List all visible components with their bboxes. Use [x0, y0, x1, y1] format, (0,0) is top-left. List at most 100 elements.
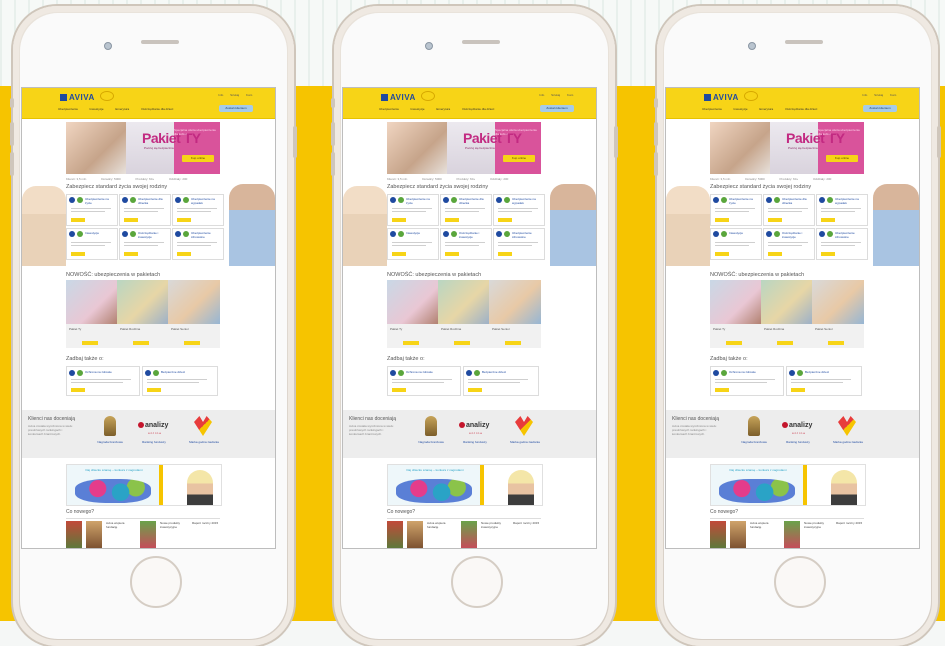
mini-card-button[interactable]	[392, 388, 406, 392]
header-tool-contact[interactable]: Kont.	[567, 93, 574, 97]
nav-item[interactable]: Emerytura	[115, 107, 129, 111]
nav-item[interactable]: Inwestycje	[734, 107, 748, 111]
nav-item[interactable]: Ubezpieczenia	[58, 107, 78, 111]
award-caption[interactable]: Marka godna zaufania	[510, 440, 540, 444]
news-item[interactable]: Raport roczny 2015	[192, 521, 222, 525]
product-card-button[interactable]	[821, 252, 835, 256]
product-card-button[interactable]	[768, 252, 782, 256]
product-card-button[interactable]	[177, 218, 191, 222]
become-client-button[interactable]: Zostań klientem	[219, 105, 253, 112]
mini-card[interactable]: Bezpieczne dzieci	[786, 366, 862, 396]
product-card-button[interactable]	[715, 218, 729, 222]
header-tool-contact[interactable]: Kont.	[246, 93, 253, 97]
product-card[interactable]: Inwestycje	[66, 228, 118, 260]
nav-item[interactable]: Ubezpieczenia	[702, 107, 722, 111]
news-item[interactable]: Nowe produkty inwestycyjne	[160, 521, 190, 529]
product-card-button[interactable]	[498, 218, 512, 222]
award-caption[interactable]: Marka godna zaufania	[189, 440, 219, 444]
nav-item[interactable]: Emerytura	[436, 107, 450, 111]
gallery-button[interactable]	[82, 341, 98, 345]
news-item[interactable]: Aviva wspiera fundację	[427, 521, 457, 529]
news-thumb[interactable]	[710, 521, 726, 548]
gallery-photo[interactable]	[117, 280, 169, 324]
mini-card-button[interactable]	[715, 388, 729, 392]
product-card[interactable]: Ubezpieczenie na życie	[387, 194, 439, 226]
promo-banner[interactable]: Daj dziecku szansę – konkurs z nagrodami	[387, 464, 543, 506]
become-client-button[interactable]: Zostań klientem	[540, 105, 574, 112]
product-card-button[interactable]	[392, 218, 406, 222]
product-card[interactable]: Ubezpieczenie na życie	[710, 194, 762, 226]
product-card[interactable]: Ubezpieczenie zdrowotne	[816, 228, 868, 260]
hero-banner[interactable]: Pakiet TY Poczuj się bezpieczna Specjaln…	[66, 122, 220, 174]
gallery-button[interactable]	[403, 341, 419, 345]
gallery-photo[interactable]	[168, 280, 220, 324]
mini-card[interactable]: Bezpieczne dzieci	[142, 366, 218, 396]
product-card[interactable]: Oszczędzanie i inwestycje	[119, 228, 171, 260]
gallery-button[interactable]	[777, 341, 793, 345]
product-card[interactable]: Ubezpieczenie zdrowotne	[493, 228, 545, 260]
news-item[interactable]: Raport roczny 2015	[513, 521, 543, 525]
promo-banner[interactable]: Daj dziecku szansę – konkurs z nagrodami	[710, 464, 866, 506]
product-card-button[interactable]	[124, 252, 138, 256]
product-card[interactable]: Oszczędzanie i inwestycje	[763, 228, 815, 260]
gallery-photo[interactable]	[438, 280, 490, 324]
banner-cta-button[interactable]: Kup online	[182, 155, 214, 162]
award-caption[interactable]: Marka godna zaufania	[833, 440, 863, 444]
header-tool-search[interactable]: Szukaj	[230, 93, 239, 97]
product-card[interactable]: Inwestycje	[710, 228, 762, 260]
award-caption[interactable]: Nagroda branżowa	[416, 440, 446, 444]
product-card[interactable]: Ubezpieczenie na wypadek	[816, 194, 868, 226]
nav-item[interactable]: Oszczędzanie dla dzieci	[785, 107, 817, 111]
news-thumb[interactable]	[387, 521, 403, 548]
gallery-photo[interactable]	[761, 280, 813, 324]
product-card[interactable]: Ubezpieczenie zdrowotne	[172, 228, 224, 260]
product-card-button[interactable]	[768, 218, 782, 222]
home-button[interactable]	[451, 556, 503, 608]
nav-item[interactable]: Oszczędzanie dla dzieci	[462, 107, 494, 111]
gallery-photo[interactable]	[710, 280, 762, 324]
product-card[interactable]: Ubezpieczenie dla dziecka	[440, 194, 492, 226]
header-tool-info[interactable]: Info	[218, 93, 223, 97]
gallery-button[interactable]	[828, 341, 844, 345]
gallery-photo[interactable]	[66, 280, 118, 324]
news-thumb[interactable]	[66, 521, 82, 548]
product-card-button[interactable]	[392, 252, 406, 256]
news-item[interactable]: Aviva wspiera fundację	[106, 521, 136, 529]
news-thumb[interactable]	[461, 521, 477, 548]
header-tool-search[interactable]: Szukaj	[551, 93, 560, 97]
product-card-button[interactable]	[445, 252, 459, 256]
gallery-button[interactable]	[726, 341, 742, 345]
nav-item[interactable]: Oszczędzanie dla dzieci	[141, 107, 173, 111]
product-card[interactable]: Inwestycje	[387, 228, 439, 260]
mini-card-button[interactable]	[71, 388, 85, 392]
gallery-button[interactable]	[133, 341, 149, 345]
product-card[interactable]: Ubezpieczenie na życie	[66, 194, 118, 226]
product-card[interactable]: Ubezpieczenie dla dziecka	[119, 194, 171, 226]
news-thumb[interactable]	[86, 521, 102, 548]
gallery-photo[interactable]	[812, 280, 864, 324]
header-tool-info[interactable]: Info	[862, 93, 867, 97]
header-tool-search[interactable]: Szukaj	[874, 93, 883, 97]
award-caption[interactable]: Nagroda branżowa	[95, 440, 125, 444]
nav-item[interactable]: Inwestycje	[90, 107, 104, 111]
product-card[interactable]: Oszczędzanie i inwestycje	[440, 228, 492, 260]
mini-card-button[interactable]	[147, 388, 161, 392]
product-card-button[interactable]	[71, 218, 85, 222]
aviva-logo[interactable]: AVIVA	[60, 93, 95, 102]
home-button[interactable]	[130, 556, 182, 608]
mini-card[interactable]: Bezpieczne dzieci	[463, 366, 539, 396]
hero-banner[interactable]: Pakiet TY Poczuj się bezpieczna Specjaln…	[710, 122, 864, 174]
mini-card-button[interactable]	[468, 388, 482, 392]
gallery-photo[interactable]	[387, 280, 439, 324]
banner-cta-button[interactable]: Kup online	[826, 155, 858, 162]
product-card-button[interactable]	[71, 252, 85, 256]
news-thumb[interactable]	[140, 521, 156, 548]
product-card-button[interactable]	[177, 252, 191, 256]
award-caption[interactable]: Ranking funduszy	[460, 440, 490, 444]
gallery-button[interactable]	[505, 341, 521, 345]
mini-card-button[interactable]	[791, 388, 805, 392]
news-thumb[interactable]	[784, 521, 800, 548]
hero-banner[interactable]: Pakiet TY Poczuj się bezpieczna Specjaln…	[387, 122, 541, 174]
news-item[interactable]: Nowe produkty inwestycyjne	[481, 521, 511, 529]
aviva-logo[interactable]: AVIVA	[704, 93, 739, 102]
